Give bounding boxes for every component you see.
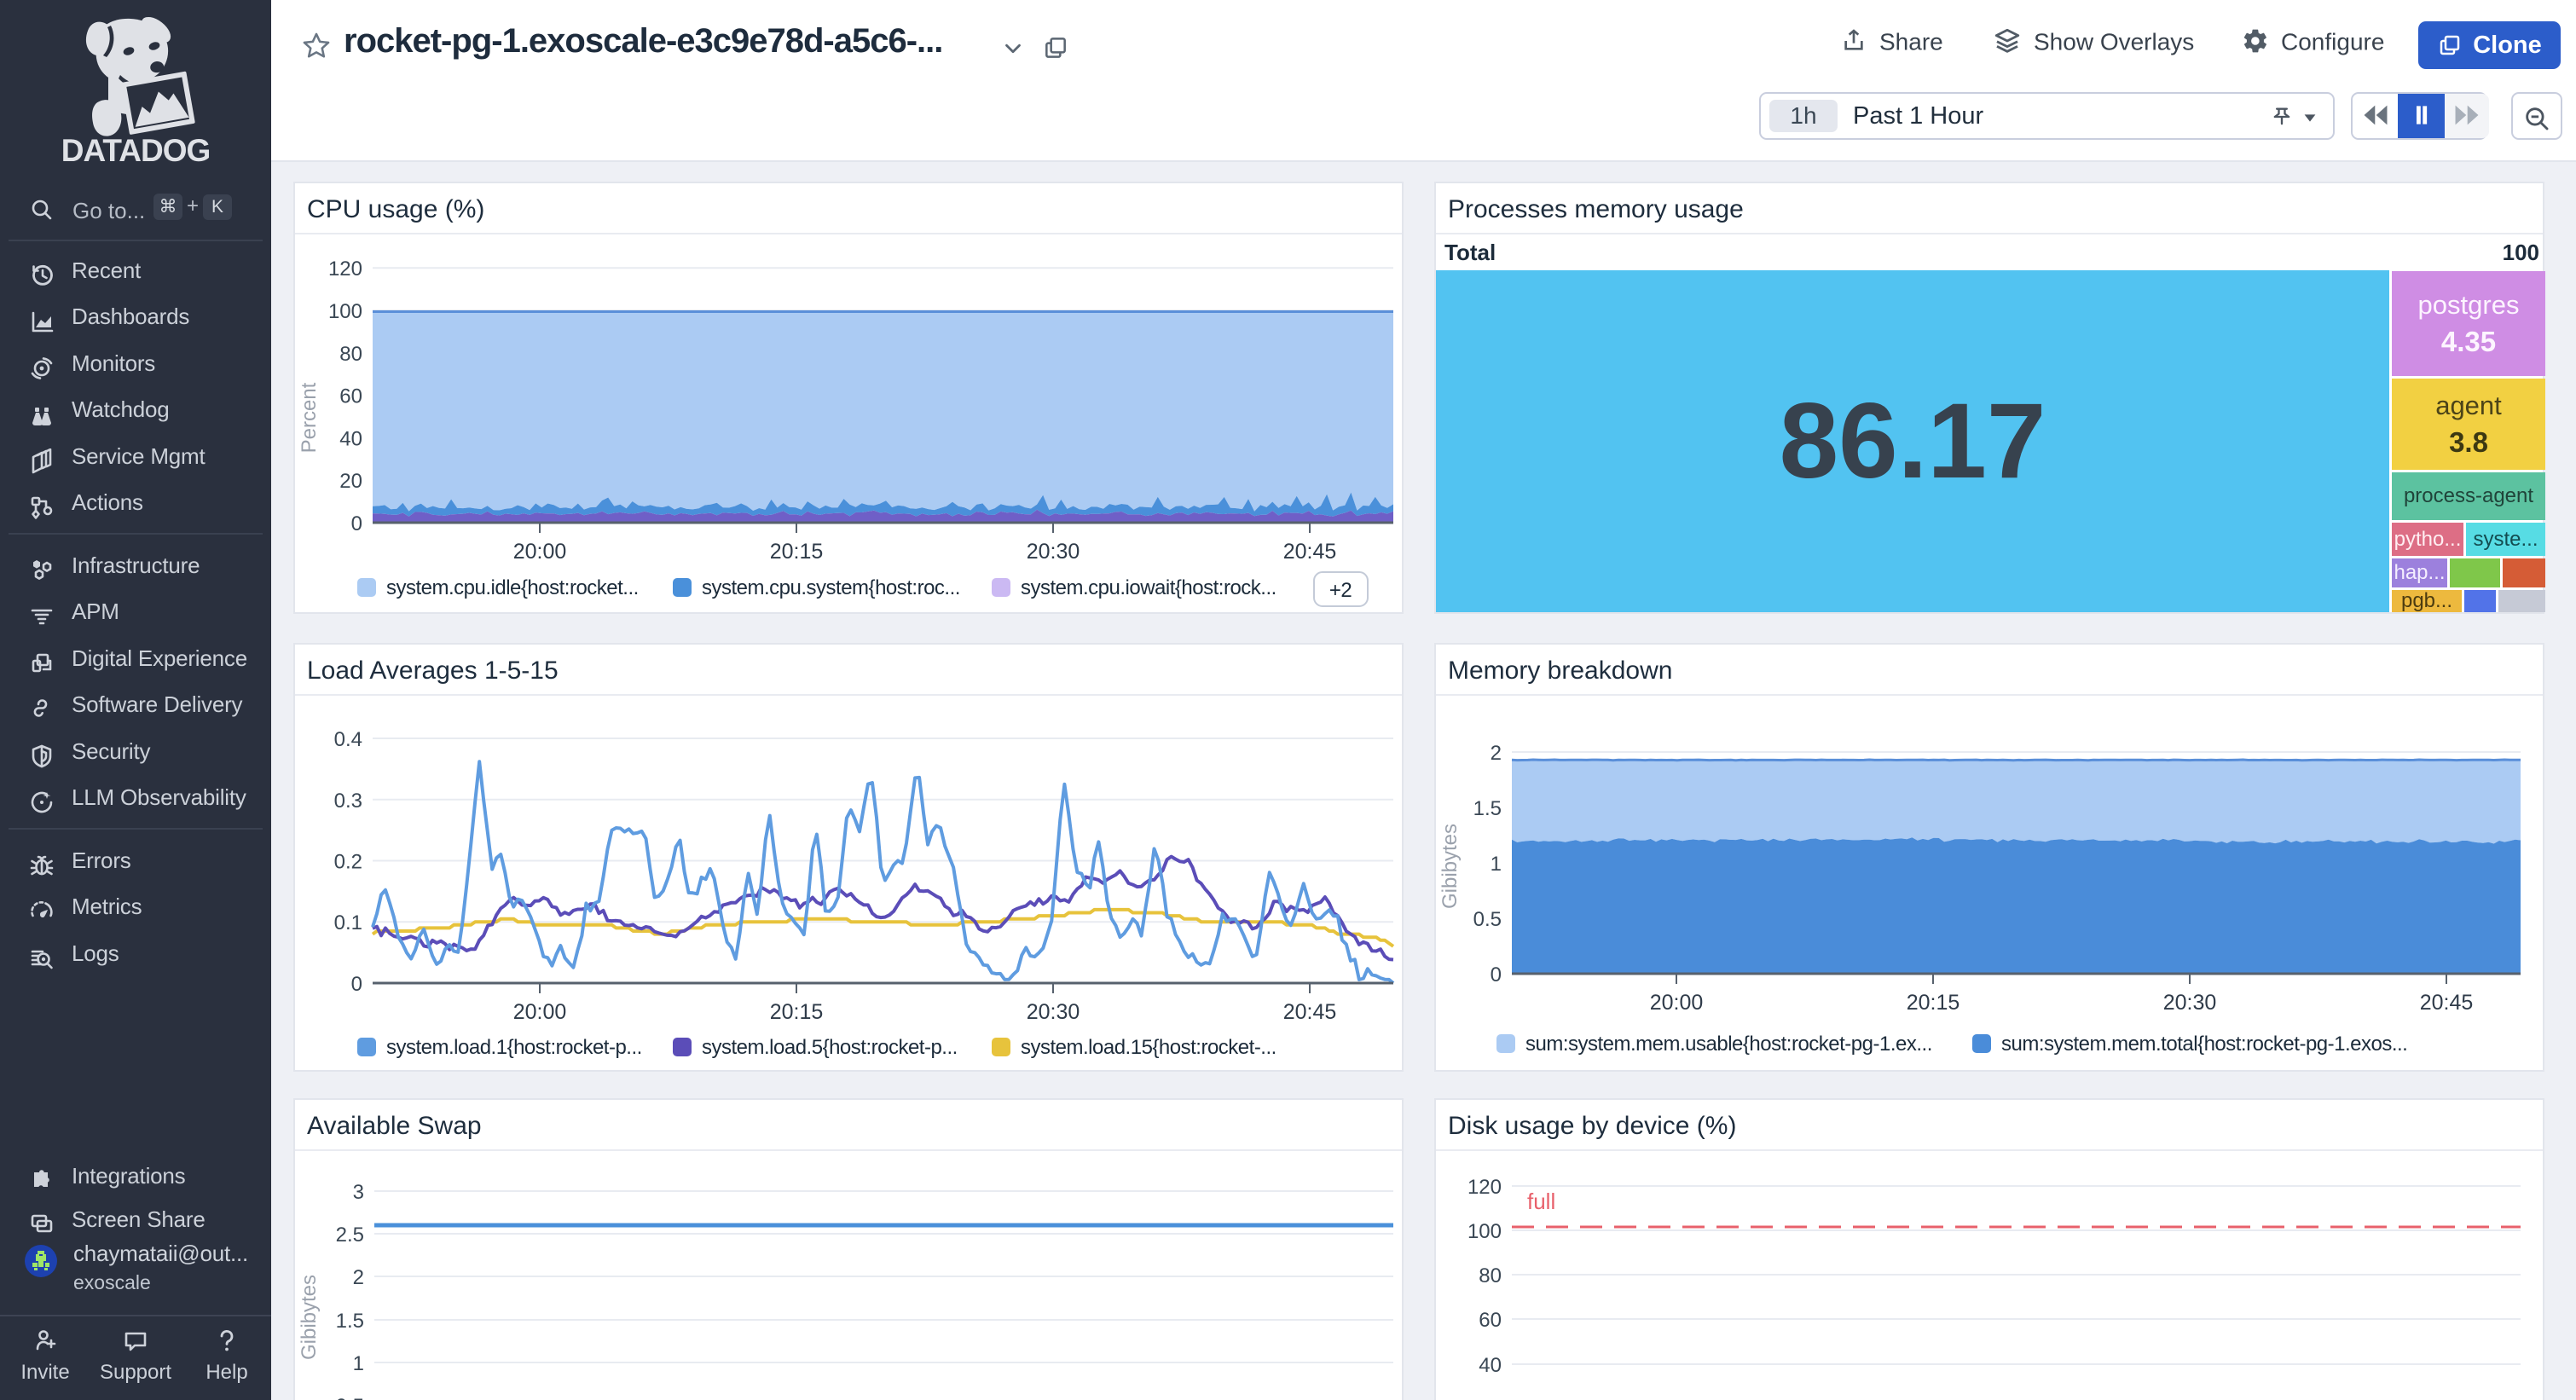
svg-text:20:00: 20:00 bbox=[513, 540, 567, 564]
svg-text:20: 20 bbox=[339, 470, 362, 493]
svg-text:120: 120 bbox=[1467, 1176, 1502, 1199]
svg-text:0: 0 bbox=[1491, 963, 1502, 986]
svg-text:2.5: 2.5 bbox=[336, 1224, 364, 1247]
svg-text:+2: +2 bbox=[1329, 579, 1352, 602]
svg-text:20:30: 20:30 bbox=[1027, 1000, 1080, 1024]
svg-text:system.load.15{host:rocket-...: system.load.15{host:rocket-... bbox=[1021, 1036, 1276, 1059]
svg-text:2: 2 bbox=[1491, 742, 1502, 765]
svg-text:80: 80 bbox=[339, 343, 362, 366]
svg-text:0.2: 0.2 bbox=[334, 851, 362, 874]
svg-text:Gibibytes: Gibibytes bbox=[1439, 824, 1462, 909]
svg-text:40: 40 bbox=[339, 427, 362, 450]
svg-text:20:00: 20:00 bbox=[1650, 991, 1704, 1015]
svg-text:20:45: 20:45 bbox=[1283, 540, 1337, 564]
svg-text:20:45: 20:45 bbox=[1283, 1000, 1337, 1024]
svg-text:full: full bbox=[1527, 1189, 1555, 1214]
svg-text:2: 2 bbox=[353, 1266, 364, 1289]
svg-text:1.5: 1.5 bbox=[336, 1310, 364, 1333]
svg-text:sum:system.mem.total{host:rock: sum:system.mem.total{host:rocket-pg-1.ex… bbox=[2001, 1033, 2407, 1056]
svg-text:100: 100 bbox=[328, 300, 362, 323]
svg-text:0.5: 0.5 bbox=[1473, 908, 1502, 931]
svg-text:system.cpu.iowait{host:rock...: system.cpu.iowait{host:rock... bbox=[1021, 576, 1276, 599]
svg-text:20:00: 20:00 bbox=[513, 1000, 567, 1024]
svg-text:1.5: 1.5 bbox=[1473, 797, 1502, 820]
svg-text:0.1: 0.1 bbox=[334, 911, 362, 934]
svg-text:20:30: 20:30 bbox=[2163, 991, 2217, 1015]
svg-text:20:15: 20:15 bbox=[1907, 991, 1960, 1015]
svg-text:0.5: 0.5 bbox=[336, 1395, 364, 1400]
svg-text:0: 0 bbox=[351, 973, 362, 996]
svg-text:20:30: 20:30 bbox=[1027, 540, 1080, 564]
svg-text:system.cpu.system{host:roc...: system.cpu.system{host:roc... bbox=[702, 576, 960, 599]
svg-text:100: 100 bbox=[1467, 1220, 1502, 1243]
svg-text:system.cpu.idle{host:rocket...: system.cpu.idle{host:rocket... bbox=[386, 576, 639, 599]
svg-text:80: 80 bbox=[1479, 1264, 1502, 1287]
svg-text:120: 120 bbox=[328, 257, 362, 281]
svg-text:40: 40 bbox=[1479, 1354, 1502, 1377]
svg-text:60: 60 bbox=[339, 385, 362, 408]
svg-text:1: 1 bbox=[353, 1352, 364, 1375]
svg-text:20:15: 20:15 bbox=[770, 540, 824, 564]
svg-text:system.load.1{host:rocket-p...: system.load.1{host:rocket-p... bbox=[386, 1036, 642, 1059]
svg-text:0.3: 0.3 bbox=[334, 790, 362, 813]
svg-text:60: 60 bbox=[1479, 1309, 1502, 1332]
svg-text:system.load.5{host:rocket-p...: system.load.5{host:rocket-p... bbox=[702, 1036, 958, 1059]
svg-text:Gibibytes: Gibibytes bbox=[298, 1275, 321, 1360]
svg-text:sum:system.mem.usable{host:roc: sum:system.mem.usable{host:rocket-pg-1.e… bbox=[1525, 1033, 1932, 1056]
svg-text:Percent: Percent bbox=[298, 382, 321, 453]
svg-text:3: 3 bbox=[353, 1181, 364, 1204]
svg-text:20:15: 20:15 bbox=[770, 1000, 824, 1024]
svg-text:0: 0 bbox=[351, 512, 362, 535]
svg-text:20:45: 20:45 bbox=[2420, 991, 2474, 1015]
svg-text:0.4: 0.4 bbox=[334, 728, 362, 751]
svg-text:1: 1 bbox=[1491, 853, 1502, 876]
